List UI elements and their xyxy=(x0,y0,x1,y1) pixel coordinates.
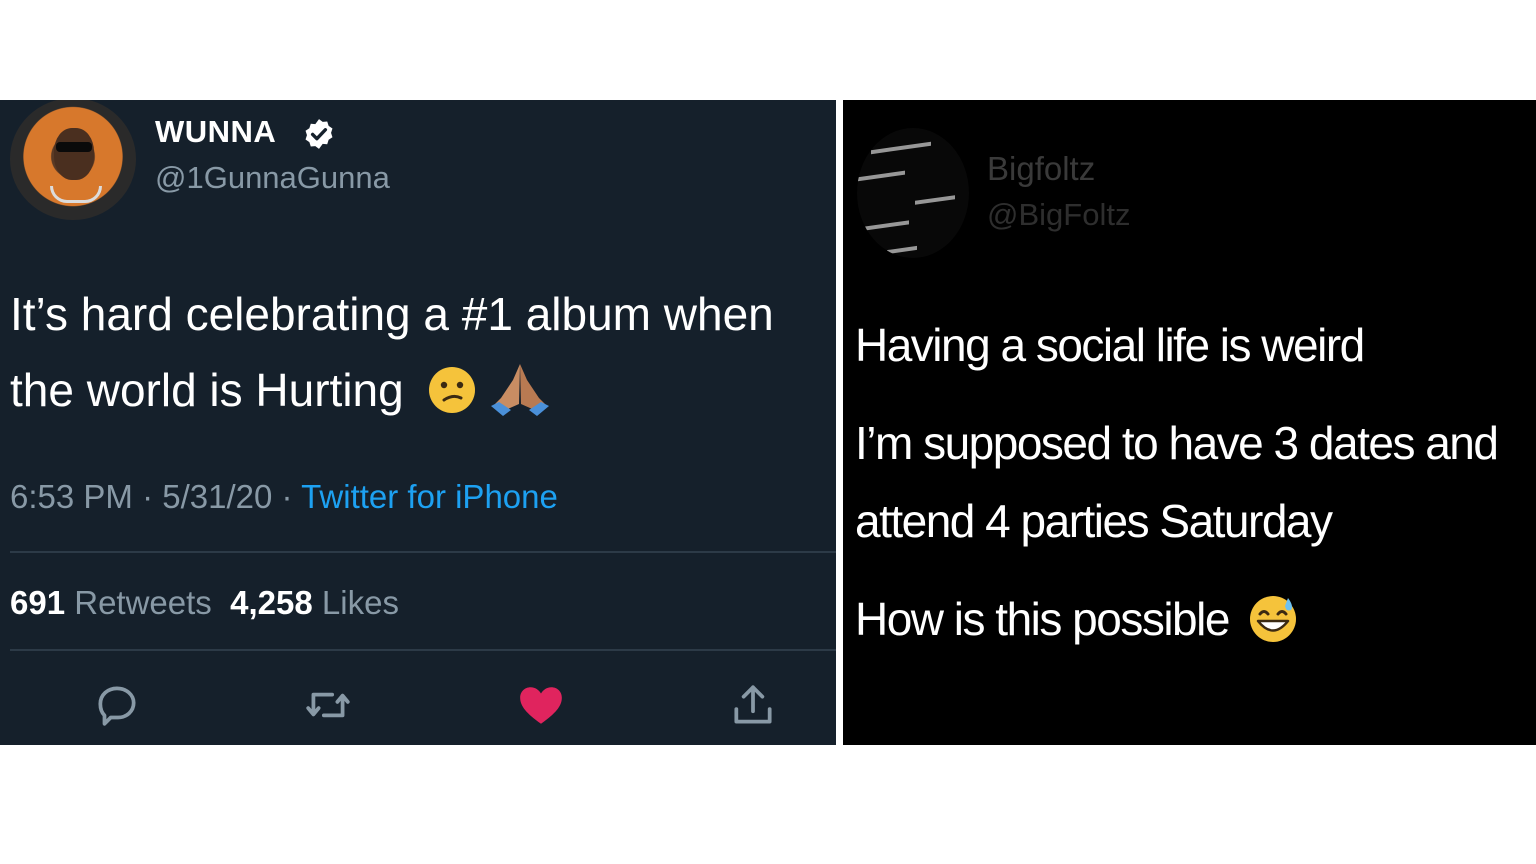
tweet-stats: 691 Retweets 4,258 Likes xyxy=(10,584,399,622)
tweet-line: How is this possible xyxy=(855,593,1230,645)
likes-count: 4,258 xyxy=(230,584,313,621)
tweet-line: Having a social life is weird xyxy=(855,319,1365,371)
meta-separator: · xyxy=(132,478,163,515)
avatar[interactable] xyxy=(857,128,969,258)
tweet-time[interactable]: 6:53 PM xyxy=(10,478,133,515)
likes-label: Likes xyxy=(321,584,399,621)
retweets-label: Retweets xyxy=(74,584,212,621)
like-icon[interactable] xyxy=(516,680,566,730)
avatar[interactable] xyxy=(10,100,136,220)
tweet-text: It’s hard celebrating a #1 album when th… xyxy=(10,276,836,428)
retweets-count: 691 xyxy=(10,584,66,621)
folded-hands-emoji xyxy=(491,363,550,416)
display-name[interactable]: WUNNA xyxy=(155,114,276,150)
divider xyxy=(10,649,836,651)
reply-icon[interactable] xyxy=(92,680,142,730)
verified-badge-icon xyxy=(305,119,333,149)
tweet-line: I’m supposed to have 3 dates and xyxy=(855,417,1499,469)
tweet-card-wunna: WUNNA @1GunnaGunna It’s hard celebrating… xyxy=(0,100,836,745)
tweet-line-with-emoji: How is this possible xyxy=(855,592,1535,648)
user-handle[interactable]: @BigFoltz xyxy=(987,197,1130,233)
likes-stat[interactable]: 4,258 Likes xyxy=(230,584,399,621)
tweet-date[interactable]: 5/31/20 xyxy=(162,478,272,515)
grinning-face-with-sweat-emoji xyxy=(1250,595,1297,642)
meta-separator: · xyxy=(272,478,302,515)
retweets-stat[interactable]: 691 Retweets xyxy=(10,584,212,621)
share-icon[interactable] xyxy=(728,680,778,730)
divider xyxy=(10,551,836,553)
retweet-icon[interactable] xyxy=(303,680,353,730)
tweet-line: attend 4 parties Saturday xyxy=(855,495,1333,547)
tweet-text-content: It’s hard celebrating a #1 album when th… xyxy=(10,288,774,416)
display-name[interactable]: Bigfoltz xyxy=(987,150,1095,188)
tweet-source-link[interactable]: Twitter for iPhone xyxy=(301,478,558,515)
confused-face-emoji xyxy=(428,366,475,413)
user-handle[interactable]: @1GunnaGunna xyxy=(155,160,390,196)
tweet-meta: 6:53 PM · 5/31/20 · Twitter for iPhone xyxy=(10,478,558,516)
